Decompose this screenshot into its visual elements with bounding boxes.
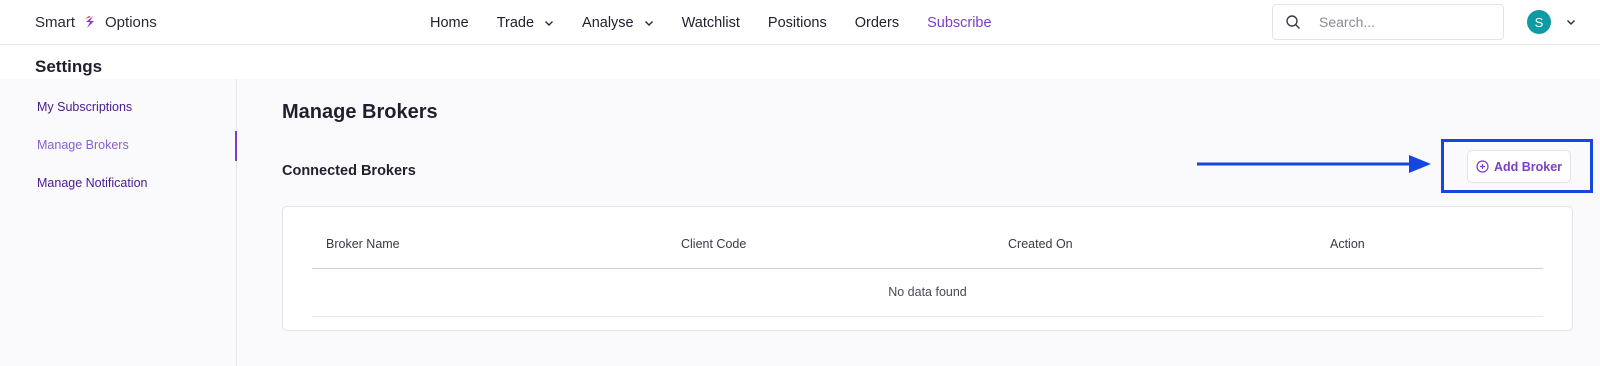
brand-name-left: Smart <box>35 13 76 31</box>
row-divider <box>312 316 1543 317</box>
nav-analyse[interactable]: Analyse <box>582 15 654 31</box>
search-input[interactable] <box>1319 14 1489 30</box>
top-navigation-bar: Smart Options Home Trade Analyse Watchli… <box>0 0 1600 45</box>
brand-logo[interactable]: Smart Options <box>35 11 157 33</box>
search-icon <box>1286 15 1300 29</box>
column-header-broker-name: Broker Name <box>326 237 400 251</box>
add-broker-label: Add Broker <box>1493 159 1563 174</box>
column-header-client-code: Client Code <box>681 237 747 251</box>
settings-title: Settings <box>35 57 103 76</box>
nav-orders[interactable]: Orders <box>855 15 899 31</box>
section-title: Connected Brokers <box>282 163 416 179</box>
user-avatar[interactable]: S <box>1527 10 1551 34</box>
main-nav: Home Trade Analyse Watchlist Positions O… <box>430 0 1020 45</box>
nav-trade[interactable]: Trade <box>497 15 554 31</box>
add-broker-button[interactable]: Add Broker <box>1467 150 1571 183</box>
empty-state-text: No data found <box>888 285 967 299</box>
settings-sidebar: My Subscriptions Manage Brokers Manage N… <box>0 79 237 366</box>
brokers-table: Broker Name Client Code Created On Actio… <box>282 206 1573 331</box>
header-divider <box>312 268 1543 269</box>
plus-circle-icon <box>1476 160 1489 173</box>
chevron-down-icon <box>644 20 653 26</box>
settings-header: Settings <box>0 45 1600 79</box>
chevron-down-icon[interactable] <box>1566 17 1576 27</box>
sidebar-item-manage-notification[interactable]: Manage Notification <box>37 176 147 190</box>
column-header-created-on: Created On <box>1008 237 1073 251</box>
brand-name-right: Options <box>105 13 157 31</box>
sidebar-item-my-subscriptions[interactable]: My Subscriptions <box>37 100 132 114</box>
sidebar-active-indicator <box>235 131 237 161</box>
nav-subscribe[interactable]: Subscribe <box>927 15 991 31</box>
nav-watchlist[interactable]: Watchlist <box>682 15 740 31</box>
page-title: Manage Brokers <box>282 101 438 123</box>
logo-mark-icon <box>85 16 95 28</box>
column-header-action: Action <box>1330 237 1365 251</box>
nav-home[interactable]: Home <box>430 15 469 31</box>
sidebar-item-manage-brokers[interactable]: Manage Brokers <box>37 138 129 152</box>
search-box[interactable] <box>1272 4 1504 40</box>
arrow-right-icon <box>1197 155 1431 173</box>
nav-positions[interactable]: Positions <box>768 15 827 31</box>
chevron-down-icon <box>545 20 554 26</box>
